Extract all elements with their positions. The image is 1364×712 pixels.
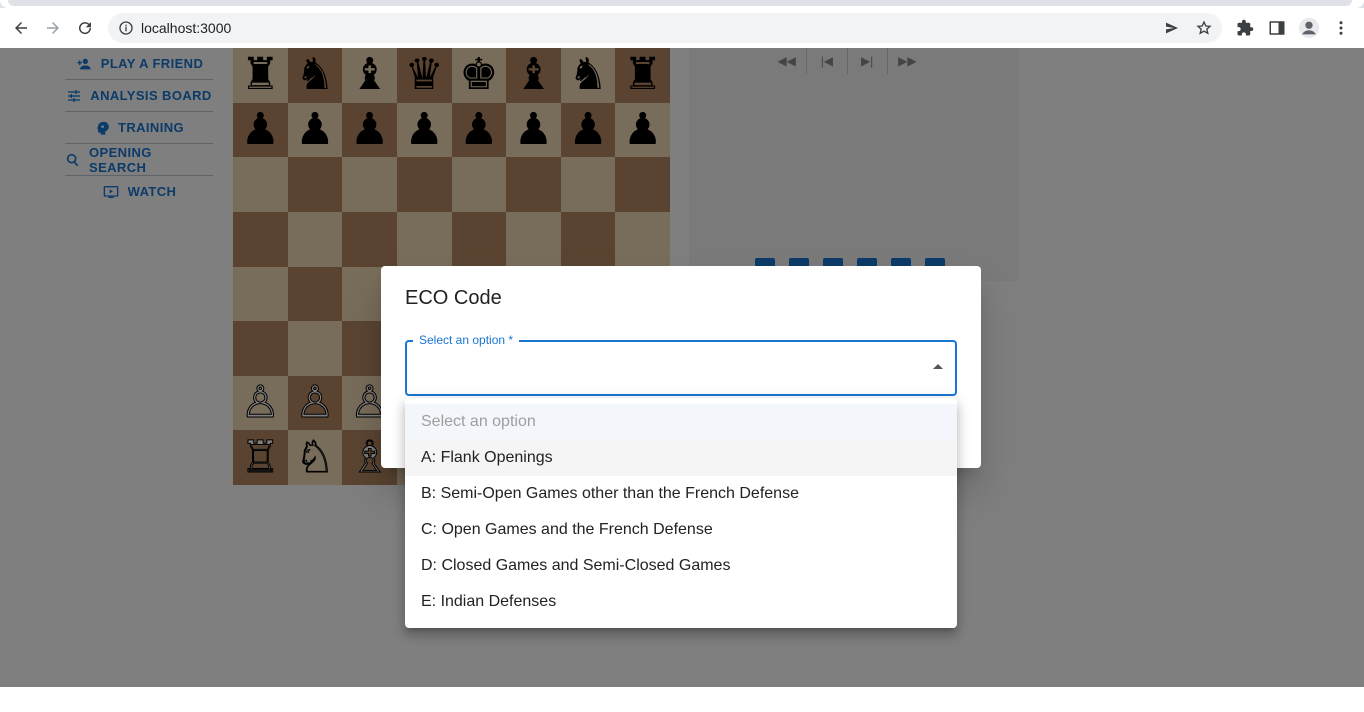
active-tab[interactable] bbox=[8, 0, 1352, 6]
dialog-title: ECO Code bbox=[405, 287, 502, 309]
tab-strip bbox=[0, 0, 1364, 8]
url-text: localhost:3000 bbox=[141, 20, 232, 36]
back-arrow-icon[interactable] bbox=[9, 16, 33, 40]
browser-menu-icon[interactable] bbox=[1329, 16, 1353, 40]
site-info-icon[interactable] bbox=[118, 20, 134, 41]
eco-select-field[interactable] bbox=[405, 340, 957, 396]
option-placeholder[interactable]: Select an option bbox=[405, 404, 957, 440]
profile-avatar-icon[interactable] bbox=[1297, 16, 1321, 40]
send-icon[interactable] bbox=[1164, 20, 1180, 41]
address-bar[interactable]: localhost:3000 bbox=[108, 13, 1222, 43]
forward-arrow-icon[interactable] bbox=[41, 16, 65, 40]
eco-select-label: Select an option * bbox=[413, 333, 520, 347]
browser-toolbar: localhost:3000 bbox=[0, 8, 1364, 49]
option-b[interactable]: B: Semi-Open Games other than the French… bbox=[405, 476, 957, 512]
reload-icon[interactable] bbox=[73, 16, 97, 40]
eco-options-menu: Select an option A: Flank Openings B: Se… bbox=[405, 398, 957, 628]
extensions-puzzle-icon[interactable] bbox=[1233, 16, 1257, 40]
side-panel-icon[interactable] bbox=[1265, 16, 1289, 40]
dropdown-arrow-up-icon[interactable] bbox=[933, 364, 943, 369]
option-e[interactable]: E: Indian Defenses bbox=[405, 584, 957, 620]
option-a[interactable]: A: Flank Openings bbox=[405, 440, 957, 476]
page-bottom bbox=[0, 687, 1364, 712]
bookmark-star-icon[interactable] bbox=[1196, 20, 1212, 41]
option-c[interactable]: C: Open Games and the French Defense bbox=[405, 512, 957, 548]
option-d[interactable]: D: Closed Games and Semi-Closed Games bbox=[405, 548, 957, 584]
